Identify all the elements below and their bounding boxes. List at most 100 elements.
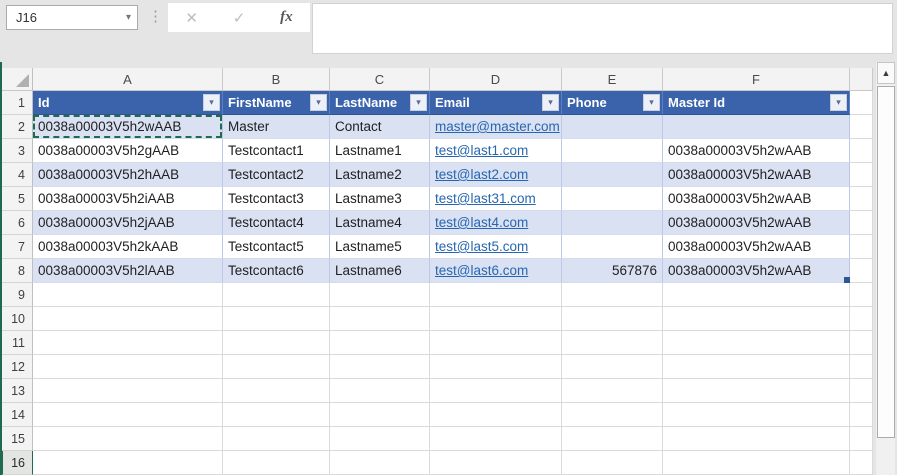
cell-F12[interactable] bbox=[663, 355, 850, 379]
cell-D11[interactable] bbox=[430, 331, 562, 355]
cell-C14[interactable] bbox=[330, 403, 430, 427]
row-header-7[interactable]: 7 bbox=[2, 235, 33, 259]
row-header-11[interactable]: 11 bbox=[2, 331, 33, 355]
email-link[interactable]: test@last31.com bbox=[435, 191, 536, 206]
cell-D3[interactable]: test@last1.com bbox=[430, 139, 562, 163]
cell-A15[interactable] bbox=[33, 427, 223, 451]
cell-A7[interactable]: 0038a00003V5h2kAAB bbox=[33, 235, 223, 259]
select-all-button[interactable] bbox=[2, 68, 33, 91]
cell-F14[interactable] bbox=[663, 403, 850, 427]
cell-E16[interactable] bbox=[562, 451, 663, 475]
cell-E9[interactable] bbox=[562, 283, 663, 307]
cell-A11[interactable] bbox=[33, 331, 223, 355]
row-header-5[interactable]: 5 bbox=[2, 187, 33, 211]
cell-B7[interactable]: Testcontact5 bbox=[223, 235, 330, 259]
cell-G9[interactable] bbox=[850, 283, 873, 307]
cell-C12[interactable] bbox=[330, 355, 430, 379]
cell-E2[interactable] bbox=[562, 115, 663, 139]
scroll-up-button[interactable]: ▲ bbox=[877, 62, 895, 84]
cell-F7[interactable]: 0038a00003V5h2wAAB bbox=[663, 235, 850, 259]
cell-F15[interactable] bbox=[663, 427, 850, 451]
column-header-A[interactable]: A bbox=[33, 68, 223, 91]
cell-C9[interactable] bbox=[330, 283, 430, 307]
name-box-dropdown-icon[interactable]: ▾ bbox=[126, 12, 131, 23]
cell-D13[interactable] bbox=[430, 379, 562, 403]
cell-G8[interactable] bbox=[850, 259, 873, 283]
cell-C11[interactable] bbox=[330, 331, 430, 355]
enter-icon[interactable]: ✓ bbox=[233, 9, 246, 27]
cell-E13[interactable] bbox=[562, 379, 663, 403]
cell-C6[interactable]: Lastname4 bbox=[330, 211, 430, 235]
row-header-8[interactable]: 8 bbox=[2, 259, 33, 283]
cell-F11[interactable] bbox=[663, 331, 850, 355]
email-link[interactable]: master@master.com bbox=[435, 119, 560, 134]
column-header-F[interactable]: F bbox=[663, 68, 850, 91]
email-link[interactable]: test@last6.com bbox=[435, 263, 528, 278]
formula-bar-input[interactable] bbox=[312, 3, 893, 54]
cell-D4[interactable]: test@last2.com bbox=[430, 163, 562, 187]
cell-G7[interactable] bbox=[850, 235, 873, 259]
cell-E1[interactable]: Phone▾ bbox=[562, 91, 663, 115]
cell-C2[interactable]: Contact bbox=[330, 115, 430, 139]
row-header-15[interactable]: 15 bbox=[2, 427, 33, 451]
cell-B12[interactable] bbox=[223, 355, 330, 379]
table-resize-handle[interactable] bbox=[844, 277, 850, 283]
cell-G14[interactable] bbox=[850, 403, 873, 427]
cell-D12[interactable] bbox=[430, 355, 562, 379]
cell-E12[interactable] bbox=[562, 355, 663, 379]
cell-F2[interactable] bbox=[663, 115, 850, 139]
cell-E10[interactable] bbox=[562, 307, 663, 331]
cell-F10[interactable] bbox=[663, 307, 850, 331]
cell-F13[interactable] bbox=[663, 379, 850, 403]
insert-function-icon[interactable]: fx bbox=[280, 9, 293, 26]
row-header-13[interactable]: 13 bbox=[2, 379, 33, 403]
cell-C3[interactable]: Lastname1 bbox=[330, 139, 430, 163]
cell-D9[interactable] bbox=[430, 283, 562, 307]
cell-B10[interactable] bbox=[223, 307, 330, 331]
row-header-12[interactable]: 12 bbox=[2, 355, 33, 379]
cell-G3[interactable] bbox=[850, 139, 873, 163]
cell-D16[interactable] bbox=[430, 451, 562, 475]
cell-C13[interactable] bbox=[330, 379, 430, 403]
cell-D5[interactable]: test@last31.com bbox=[430, 187, 562, 211]
cell-F8[interactable]: 0038a00003V5h2wAAB bbox=[663, 259, 850, 283]
cell-E11[interactable] bbox=[562, 331, 663, 355]
row-header-10[interactable]: 10 bbox=[2, 307, 33, 331]
cell-E5[interactable] bbox=[562, 187, 663, 211]
cell-A4[interactable]: 0038a00003V5h2hAAB bbox=[33, 163, 223, 187]
cell-B4[interactable]: Testcontact2 bbox=[223, 163, 330, 187]
cell-A16[interactable] bbox=[33, 451, 223, 475]
filter-dropdown-icon[interactable]: ▾ bbox=[542, 94, 559, 111]
filter-dropdown-icon[interactable]: ▾ bbox=[830, 94, 847, 111]
email-link[interactable]: test@last1.com bbox=[435, 143, 528, 158]
cell-G4[interactable] bbox=[850, 163, 873, 187]
cell-A9[interactable] bbox=[33, 283, 223, 307]
cell-F5[interactable]: 0038a00003V5h2wAAB bbox=[663, 187, 850, 211]
cell-D2[interactable]: master@master.com bbox=[430, 115, 562, 139]
cell-E14[interactable] bbox=[562, 403, 663, 427]
cell-C7[interactable]: Lastname5 bbox=[330, 235, 430, 259]
column-header-G[interactable] bbox=[850, 68, 873, 91]
cell-C16[interactable] bbox=[330, 451, 430, 475]
cell-D8[interactable]: test@last6.com bbox=[430, 259, 562, 283]
row-header-4[interactable]: 4 bbox=[2, 163, 33, 187]
filter-dropdown-icon[interactable]: ▾ bbox=[410, 94, 427, 111]
cell-F6[interactable]: 0038a00003V5h2wAAB bbox=[663, 211, 850, 235]
cell-A5[interactable]: 0038a00003V5h2iAAB bbox=[33, 187, 223, 211]
cell-F9[interactable] bbox=[663, 283, 850, 307]
cell-A1[interactable]: Id▾ bbox=[33, 91, 223, 115]
row-header-6[interactable]: 6 bbox=[2, 211, 33, 235]
column-header-B[interactable]: B bbox=[223, 68, 330, 91]
cell-B8[interactable]: Testcontact6 bbox=[223, 259, 330, 283]
column-header-D[interactable]: D bbox=[430, 68, 562, 91]
filter-dropdown-icon[interactable]: ▾ bbox=[310, 94, 327, 111]
row-header-9[interactable]: 9 bbox=[2, 283, 33, 307]
cell-A12[interactable] bbox=[33, 355, 223, 379]
cell-G12[interactable] bbox=[850, 355, 873, 379]
cell-C15[interactable] bbox=[330, 427, 430, 451]
row-header-16[interactable]: 16 bbox=[2, 451, 33, 475]
cell-A10[interactable] bbox=[33, 307, 223, 331]
cancel-icon[interactable]: ✕ bbox=[185, 9, 198, 27]
cell-G6[interactable] bbox=[850, 211, 873, 235]
cell-E8[interactable]: 567876 bbox=[562, 259, 663, 283]
